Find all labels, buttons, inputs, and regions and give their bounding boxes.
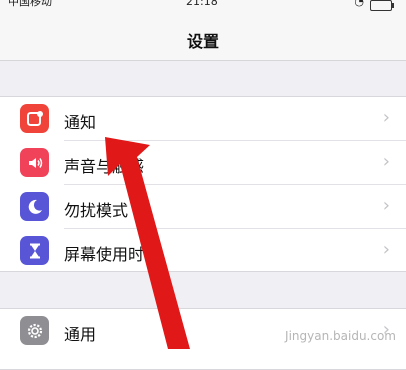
gear-icon (20, 316, 49, 345)
status-icons: ◔ (354, 0, 394, 11)
moon-icon (20, 192, 49, 221)
settings-row-label: 屏幕使用时间 (64, 245, 161, 264)
settings-row-label: 通用 (64, 325, 97, 344)
chevron-right-icon: › (382, 239, 390, 260)
settings-row-notifications[interactable]: 通知 › (0, 97, 406, 141)
settings-row-screen-time[interactable]: 屏幕使用时间 › (0, 229, 406, 273)
status-bar: 中国移动 21:18 ◔ (0, 0, 406, 16)
settings-row-label: 勿扰模式 (64, 201, 129, 220)
notification-icon (20, 104, 49, 133)
settings-row-do-not-disturb[interactable]: 勿扰模式 › (0, 185, 406, 229)
chevron-right-icon: › (382, 195, 390, 216)
page-title: 设置 (186, 32, 219, 51)
hourglass-icon (20, 236, 49, 265)
watermark: Jingyan.baidu.com (285, 329, 396, 343)
carrier-label: 中国移动 (8, 0, 52, 8)
chevron-right-icon: › (382, 107, 390, 128)
sound-icon (20, 148, 49, 177)
navigation-bar: 设置 (0, 16, 406, 61)
settings-row-sounds[interactable]: 声音与触感 › (0, 141, 406, 185)
settings-row-label: 声音与触感 (64, 157, 145, 176)
settings-row-label: 通知 (64, 113, 97, 132)
battery-icon (370, 0, 394, 11)
alarm-icon: ◔ (354, 0, 364, 8)
chevron-right-icon: › (382, 151, 390, 172)
status-time: 21:18 (186, 0, 218, 8)
settings-group-1: 通知 › 声音与触感 › 勿扰模式 › 屏幕使用时间 › (0, 96, 406, 272)
